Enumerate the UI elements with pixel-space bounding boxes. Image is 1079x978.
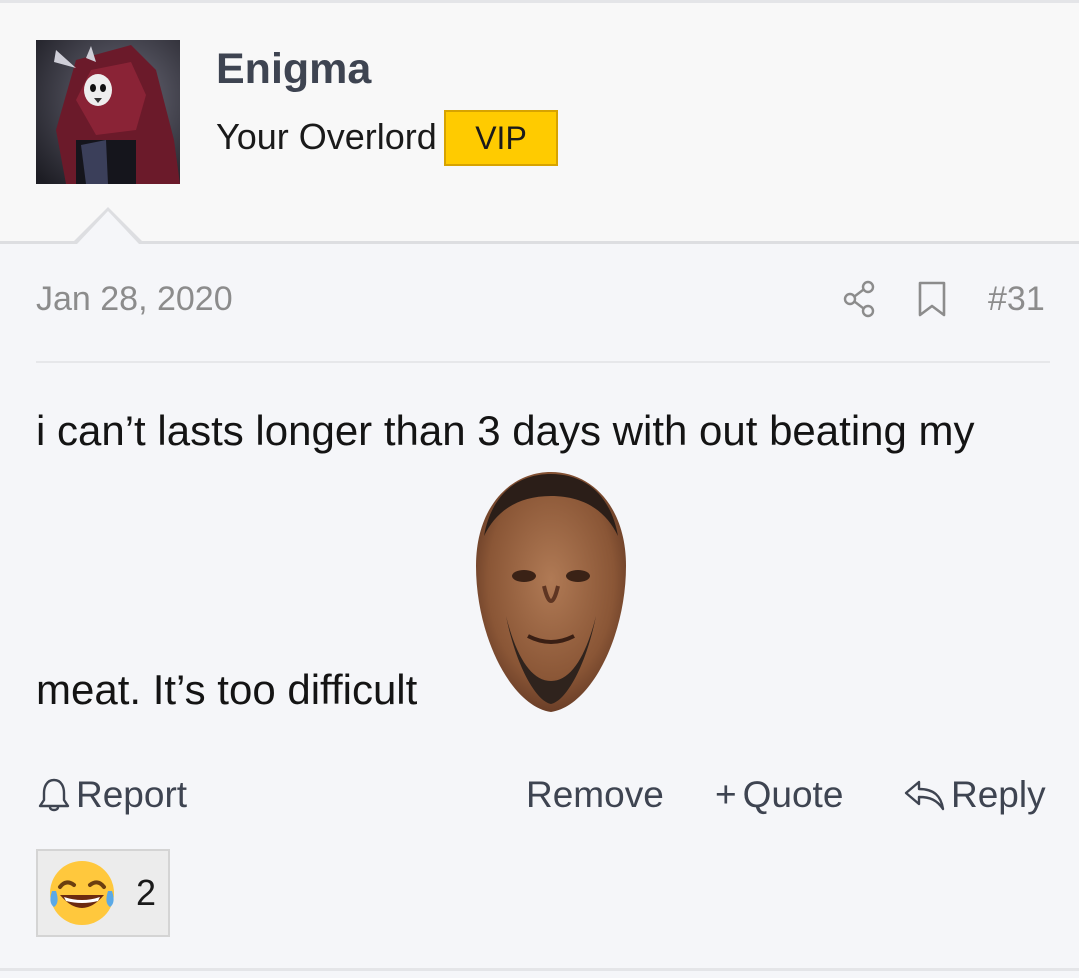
reply-arrow-icon	[903, 776, 947, 814]
reply-button[interactable]: Reply	[903, 774, 1046, 816]
bookmark-icon[interactable]	[916, 280, 948, 323]
laughing-tears-emoji	[46, 857, 118, 929]
quote-label: Quote	[742, 774, 844, 815]
reaction-summary[interactable]: 2	[36, 849, 170, 937]
post-body-line-1: i can’t lasts longer than 3 days with ou…	[36, 407, 975, 454]
reply-label: Reply	[951, 774, 1046, 815]
face-image	[466, 466, 636, 718]
user-info-block: Enigma Your Overlord VIP	[0, 3, 1079, 244]
username[interactable]: Enigma	[216, 45, 371, 94]
report-button[interactable]: Report	[36, 774, 187, 816]
report-label: Report	[76, 774, 188, 815]
user-title: Your Overlord	[216, 116, 437, 157]
speech-pointer	[77, 211, 139, 244]
bell-icon	[36, 776, 72, 814]
post-number[interactable]: #31	[988, 280, 1045, 319]
remove-button[interactable]: Remove	[526, 774, 664, 816]
avatar[interactable]	[36, 40, 180, 184]
share-icon[interactable]	[842, 279, 878, 324]
remove-label: Remove	[526, 774, 664, 815]
post-body-line-2: meat. It’s too difficult	[36, 666, 418, 713]
bottom-divider	[0, 968, 1079, 971]
post-date[interactable]: Jan 28, 2020	[36, 280, 233, 319]
reaction-count: 2	[136, 872, 157, 913]
plus-icon: +	[715, 774, 737, 815]
quote-button[interactable]: + Quote	[715, 774, 843, 816]
meta-divider	[36, 361, 1050, 363]
vip-badge: VIP	[444, 110, 558, 166]
